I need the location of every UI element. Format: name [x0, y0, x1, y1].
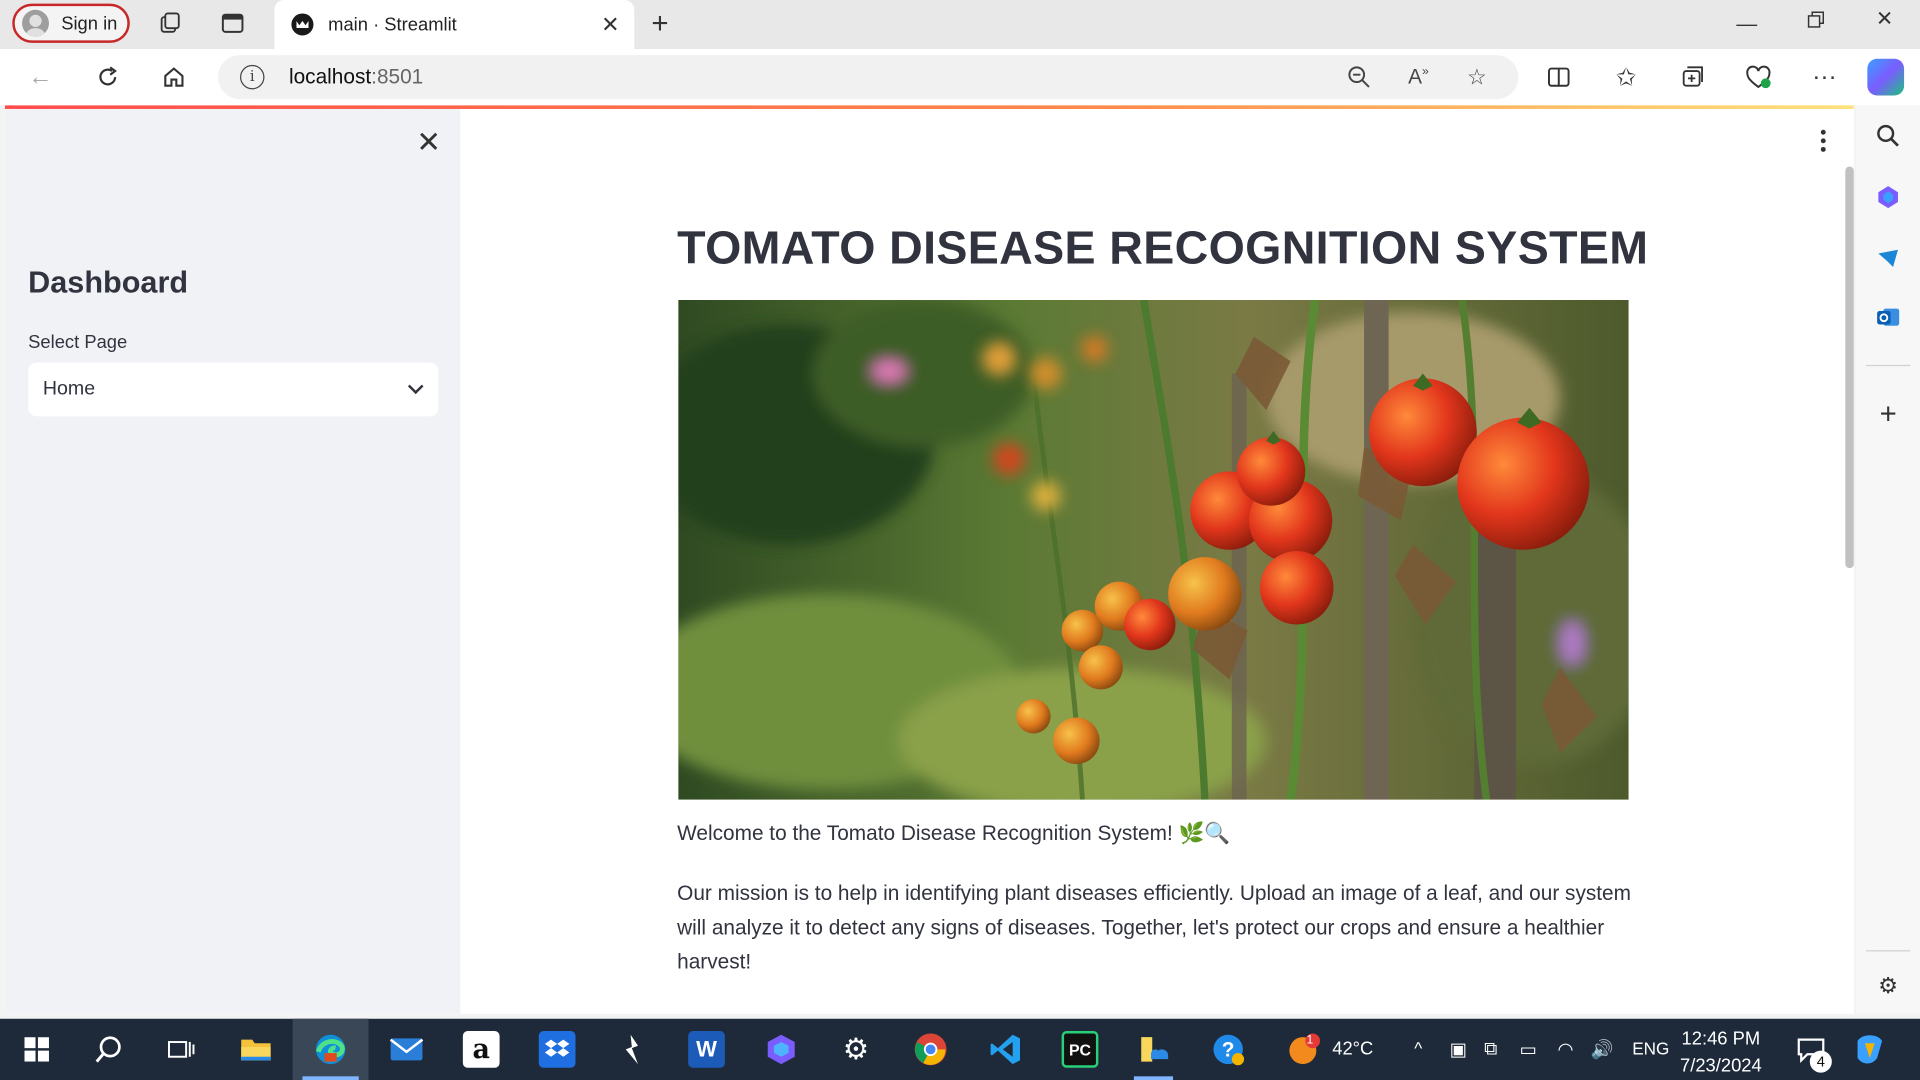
mission-text: Our mission is to help in identifying pl… [677, 881, 1631, 974]
page-title: TOMATO DISEASE RECOGNITION SYSTEM [677, 222, 1649, 275]
selected-page-value: Home [42, 378, 96, 400]
more-menu-icon[interactable]: ··· [1809, 61, 1841, 93]
battery-icon[interactable]: ▭ [1520, 1038, 1537, 1061]
zoom-out-icon[interactable] [1347, 65, 1371, 96]
weather-alert-badge: 1 [1306, 1033, 1314, 1047]
new-tab-button[interactable]: + [651, 7, 668, 41]
amazon-icon[interactable]: a [462, 1031, 500, 1068]
site-info-icon[interactable]: i [240, 64, 265, 90]
outlook-icon[interactable] [1875, 304, 1902, 331]
home-icon[interactable] [158, 61, 190, 93]
address-bar[interactable]: i localhost:8501 A» ☆ [217, 55, 1519, 100]
edge-sidebar-divider [1866, 364, 1911, 367]
edge-sidebar-divider-bottom [1866, 950, 1911, 952]
language-indicator[interactable]: ENG [1632, 1038, 1669, 1058]
settings-taskbar-icon[interactable]: ⚙ [838, 1031, 875, 1068]
vscode-icon[interactable] [987, 1031, 1024, 1068]
page-scrollbar[interactable] [1845, 166, 1854, 569]
dropbox-icon[interactable] [538, 1031, 576, 1068]
temperature-text[interactable]: 42°C [1332, 1038, 1373, 1059]
tab-close-icon[interactable]: ✕ [601, 12, 619, 38]
browser-tab-bar: Sign in main · Streamlit ✕ + — ✕ [0, 0, 1920, 49]
pycharm-icon[interactable]: PC [1061, 1031, 1099, 1068]
minimize-icon[interactable]: — [1736, 12, 1757, 36]
active-app-indicator [302, 1076, 359, 1080]
browser-tab-active[interactable]: main · Streamlit ✕ [274, 0, 635, 49]
add-icon[interactable]: + [1875, 398, 1902, 431]
streamlit-favicon-icon [291, 13, 314, 36]
chevron-up-icon[interactable]: ^ [1414, 1038, 1422, 1058]
select-page-label: Select Page [28, 331, 128, 353]
search-taskbar-icon[interactable] [91, 1031, 128, 1068]
windows-taskbar: a W ⚙ PC ? 1 42°C ^ ▣ ⧉ ▭ ◠ 🔊 ENG 12:46 … [0, 1018, 1920, 1080]
file-explorer-icon[interactable] [238, 1031, 275, 1068]
onedrive-folder-icon[interactable] [1136, 1031, 1173, 1068]
browser-toolbar: ← i localhost:8501 A» ☆ ✩ ··· [0, 48, 1920, 106]
clock-time: 12:46 PM [1681, 1028, 1761, 1050]
sidebar: ✕ Dashboard Select Page Home [4, 108, 461, 1014]
collections-icon[interactable] [1676, 61, 1708, 93]
edge-sidebar: + ⚙ [1856, 105, 1920, 1014]
favorite-star-icon[interactable]: ☆ [1467, 65, 1487, 91]
vertical-tabs-icon[interactable] [219, 10, 246, 37]
search-icon[interactable] [1875, 122, 1902, 149]
tab-title: main · Streamlit [328, 14, 457, 35]
page-selectbox[interactable]: Home [28, 362, 439, 417]
sign-in-label: Sign in [61, 12, 118, 34]
lightning-app-icon[interactable] [613, 1031, 650, 1068]
streamlit-app: ✕ Dashboard Select Page Home TOMATO DISE… [4, 105, 1854, 1014]
volume-icon[interactable]: 🔊 [1591, 1038, 1614, 1061]
profile-avatar-icon [22, 9, 49, 37]
task-view-icon[interactable] [163, 1031, 200, 1068]
telegram-icon[interactable] [1875, 245, 1902, 272]
sign-in-button[interactable]: Sign in [12, 3, 130, 43]
weather-sun-icon[interactable] [1286, 1031, 1323, 1068]
settings-gear-icon[interactable]: ⚙ [1875, 972, 1902, 999]
wifi-icon[interactable]: ◠ [1558, 1038, 1574, 1061]
copilot-pre-icon[interactable] [1851, 1031, 1888, 1068]
url-text: localhost:8501 [288, 64, 424, 89]
chevron-down-icon [407, 378, 424, 395]
word-icon[interactable]: W [688, 1031, 725, 1068]
mail-icon[interactable] [388, 1031, 425, 1068]
help-icon[interactable]: ? [1210, 1031, 1247, 1068]
running-app-indicator [1133, 1076, 1174, 1080]
tomato-plants-image [678, 300, 1629, 800]
notification-count-badge: 4 [1809, 1050, 1832, 1073]
browser-essentials-icon[interactable] [1742, 61, 1774, 93]
clock[interactable]: 12:46 PM 7/23/2024 [1680, 1026, 1762, 1080]
workspaces-icon[interactable] [157, 10, 184, 37]
meet-now-icon[interactable]: ▣ [1450, 1038, 1467, 1061]
copilot-icon[interactable] [1867, 58, 1905, 96]
window-close-icon[interactable]: ✕ [1876, 7, 1893, 31]
copilot-designer-icon[interactable] [1875, 184, 1902, 211]
favorites-icon[interactable]: ✩ [1610, 61, 1642, 93]
chrome-icon[interactable] [912, 1031, 949, 1068]
read-aloud-icon[interactable]: A» [1408, 65, 1429, 89]
sidebar-close-icon[interactable]: ✕ [416, 128, 441, 158]
clock-date: 7/23/2024 [1680, 1055, 1762, 1077]
screen-icon[interactable]: ⧉ [1484, 1038, 1497, 1059]
back-icon[interactable]: ← [24, 61, 56, 93]
split-screen-icon[interactable] [1543, 61, 1575, 93]
copilot-taskbar-icon[interactable] [763, 1031, 800, 1068]
windows-start-icon[interactable] [18, 1031, 55, 1068]
edge-browser-icon[interactable] [312, 1031, 349, 1068]
refresh-icon[interactable] [92, 61, 124, 93]
restore-icon[interactable] [1807, 10, 1825, 34]
welcome-text: Welcome to the Tomato Disease Recognitio… [677, 821, 1231, 845]
app-menu-icon[interactable] [1820, 129, 1827, 154]
sidebar-heading: Dashboard [28, 265, 189, 301]
